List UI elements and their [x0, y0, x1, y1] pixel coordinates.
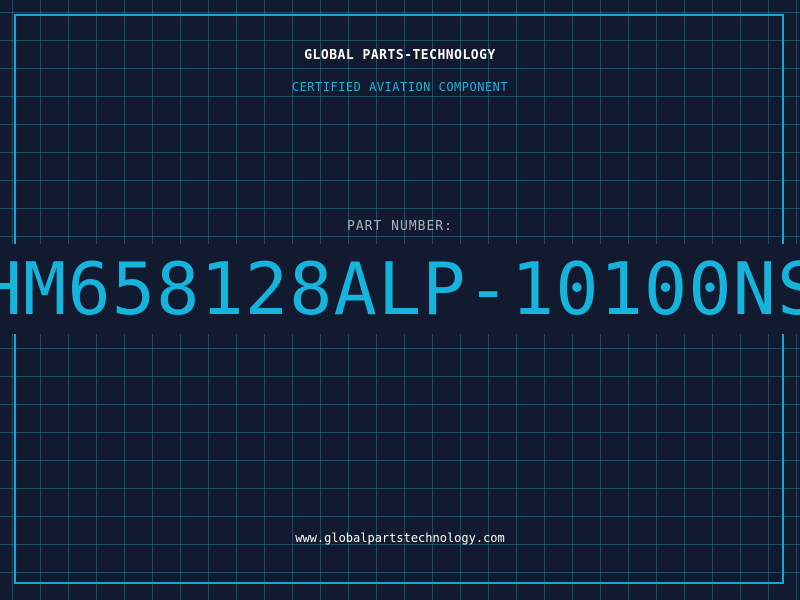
part-number-label: PART NUMBER: [347, 219, 453, 234]
company-tagline: CERTIFIED AVIATION COMPONENT [291, 80, 509, 94]
company-name: GLOBAL PARTS-TECHNOLOGY [304, 48, 496, 63]
part-number-band: HM658128ALP-10100NS [0, 244, 800, 334]
website-url: www.globalpartstechnology.com [295, 531, 505, 545]
part-label-card: GLOBAL PARTS-TECHNOLOGY CERTIFIED AVIATI… [0, 0, 800, 600]
part-number-value: HM658128ALP-10100NS [0, 247, 800, 331]
